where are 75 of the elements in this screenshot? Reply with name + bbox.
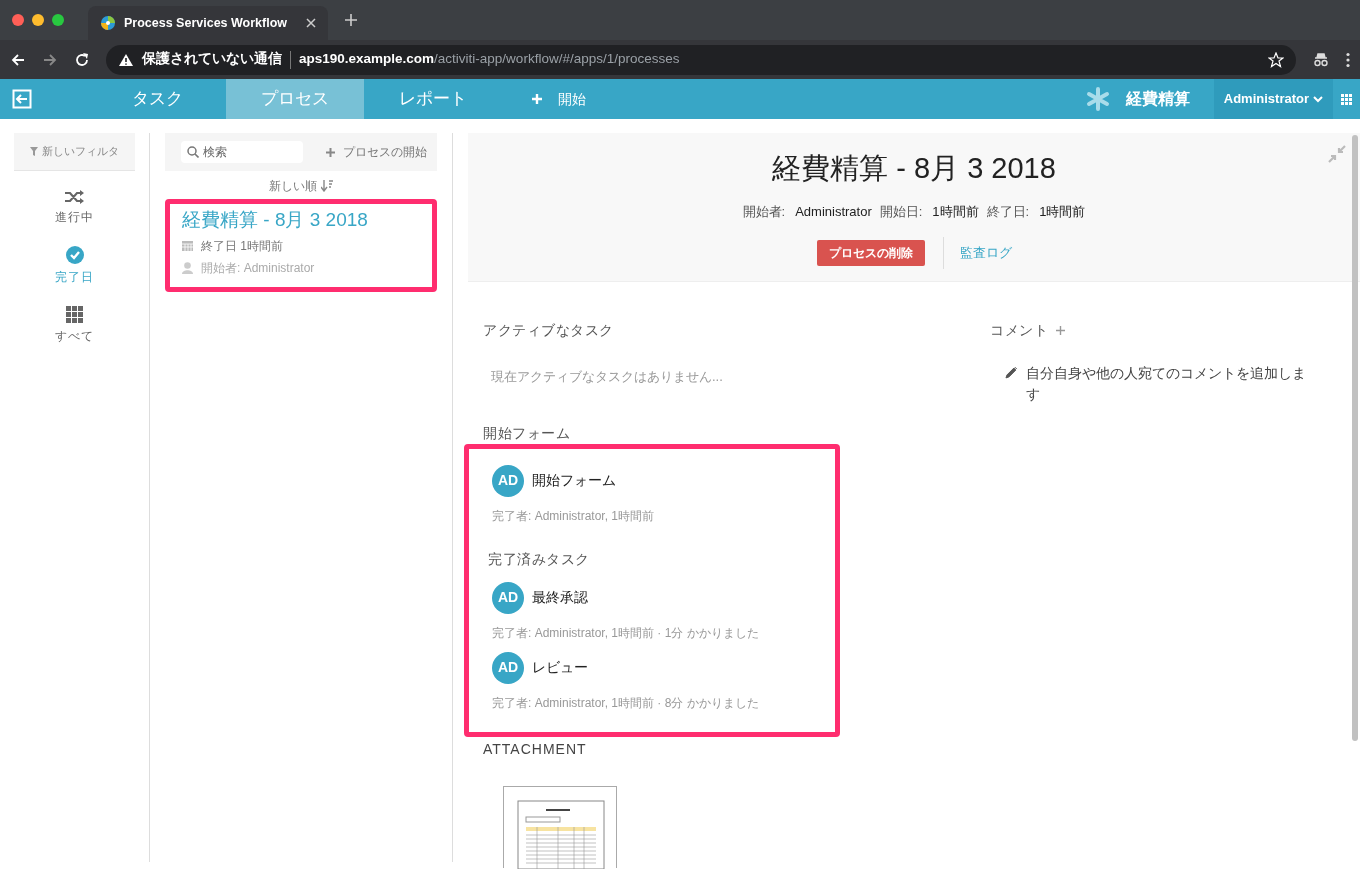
close-icon[interactable] <box>306 18 316 28</box>
sort-icon <box>321 180 333 192</box>
started-by: 開始者: Administrator <box>201 259 315 277</box>
forward-icon <box>42 51 58 68</box>
incognito-icon[interactable] <box>1312 51 1330 68</box>
avatar: AD <box>492 581 524 614</box>
asterisk-logo-icon <box>1085 87 1110 111</box>
task-name[interactable]: レビュー <box>532 657 588 678</box>
caret-icon <box>1313 95 1323 103</box>
new-filter-button[interactable]: 新しいフィルタ <box>14 133 135 171</box>
task-info: 完了者: Administrator, 1時間前 · 8分 かかりました <box>492 694 760 712</box>
process-item[interactable]: 経費精算 - 8月 3 2018 終了日 1時間前 開始者: Administrator <box>170 204 432 287</box>
section-heading: コメント <box>990 321 1048 340</box>
plus-icon <box>326 147 335 157</box>
section-heading: ATTACHMENT <box>483 739 588 759</box>
shuffle-icon <box>64 190 85 204</box>
meta-label: 開始者: <box>742 202 786 221</box>
pinwheel-icon <box>100 15 116 31</box>
pencil-icon <box>1005 366 1018 379</box>
filter-item[interactable]: 進行中 <box>14 189 135 227</box>
warning-icon <box>118 52 134 67</box>
task-info: 完了者: Administrator, 1時間前 <box>492 507 656 525</box>
section-heading: 開始フォーム <box>483 423 571 443</box>
search-field[interactable]: 検索 <box>181 141 303 163</box>
task-info: 完了者: Administrator, 1時間前 · 1分 かかりました <box>492 624 760 642</box>
sort-button[interactable]: 新しい順 <box>165 171 437 199</box>
meta-label: 開始日: <box>879 202 923 221</box>
meta-value: Administrator <box>795 202 872 221</box>
more-icon[interactable] <box>1346 51 1350 68</box>
grid-icon <box>66 306 83 323</box>
calendar-icon <box>182 240 193 251</box>
start-button[interactable]: 開始 <box>526 87 592 111</box>
meta-label: 終了日: <box>986 202 1030 221</box>
audit-log-link[interactable]: 監査ログ <box>942 237 1012 269</box>
url-text[interactable]: aps190.example.com/activiti-app/workflow/#/apps/1/processes <box>299 49 1268 70</box>
nav-tab[interactable]: レポート <box>364 79 502 119</box>
section-heading: アクティブなタスク <box>483 321 615 340</box>
nav-tab[interactable]: タスク <box>88 79 226 119</box>
star-icon[interactable] <box>1268 51 1284 68</box>
section-heading: 完了済みタスク <box>488 549 591 569</box>
security-warning[interactable]: 保護されていない通信 <box>142 49 282 70</box>
meta-value: 1時間前 <box>932 202 979 221</box>
person-icon <box>182 261 193 274</box>
tab-title: Process Services Workflow <box>124 14 289 32</box>
start-process-button[interactable]: プロセスの開始 <box>326 143 427 161</box>
scrollbar[interactable] <box>1352 135 1358 741</box>
avatar: AD <box>492 651 524 684</box>
add-comment-icon[interactable] <box>1056 326 1065 335</box>
user-menu[interactable]: Administrator <box>1213 79 1333 119</box>
filter-item[interactable]: すべて <box>14 305 135 346</box>
meta-value: 1時間前 <box>1039 202 1086 221</box>
comment-hint[interactable]: 自分自身や他の人宛てのコメントを追加します <box>1025 363 1315 405</box>
plus-icon <box>532 94 542 104</box>
task-name[interactable]: 最終承認 <box>532 587 588 608</box>
delete-process-button[interactable]: プロセスの削除 <box>816 240 925 267</box>
new-tab-icon[interactable] <box>344 13 358 27</box>
back-icon[interactable] <box>10 51 26 68</box>
window-control-icon[interactable] <box>52 14 64 26</box>
window-control-icon[interactable] <box>12 14 24 26</box>
reload-icon[interactable] <box>74 51 90 68</box>
filter-item[interactable]: 完了日 <box>14 245 135 287</box>
window-control-icon[interactable] <box>32 14 44 26</box>
search-icon <box>187 146 199 158</box>
avatar: AD <box>492 464 524 497</box>
task-name[interactable]: 開始フォーム <box>532 470 616 491</box>
apps-grid-icon[interactable] <box>1341 93 1352 105</box>
end-date: 終了日 1時間前 <box>201 237 283 255</box>
document-thumbnail[interactable] <box>503 785 617 868</box>
process-title: 経費精算 - 8月 3 2018 <box>772 151 1056 186</box>
app-name: 経費精算 <box>1125 89 1190 109</box>
filter-icon <box>30 147 38 156</box>
process-title: 経費精算 - 8月 3 2018 <box>182 208 369 232</box>
check-circle-icon <box>65 246 84 264</box>
exit-icon[interactable] <box>12 89 32 109</box>
empty-message: 現在アクティブなタスクはありません... <box>491 368 724 386</box>
